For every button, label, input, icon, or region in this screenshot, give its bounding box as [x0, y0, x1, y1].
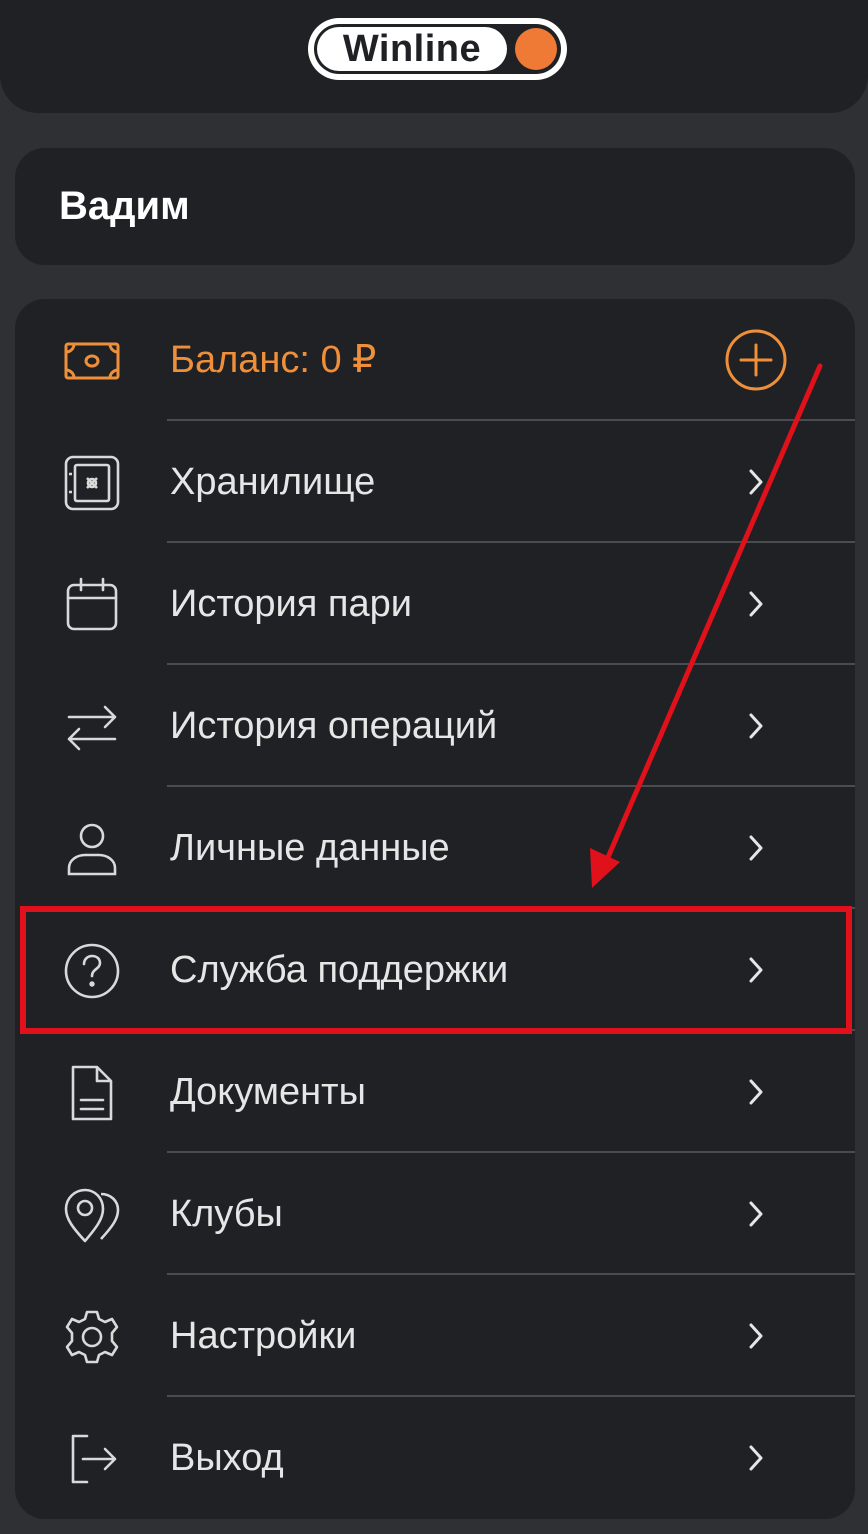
- logout-icon: [63, 1430, 121, 1488]
- user-icon: [63, 820, 121, 878]
- logo-pill: Winline: [317, 27, 507, 71]
- menu-item-label: Личные данные: [170, 827, 450, 869]
- menu-item-storage[interactable]: Хранилище: [15, 421, 855, 543]
- safe-icon: [63, 454, 121, 512]
- menu-item-label: Выход: [170, 1437, 284, 1479]
- app-header: Winline: [0, 0, 868, 113]
- logo-frame: Winline: [314, 24, 561, 74]
- calendar-icon: [63, 576, 121, 634]
- logo-text: Winline: [342, 28, 482, 70]
- chevron-right-icon: [749, 835, 763, 861]
- chevron-right-icon: [749, 591, 763, 617]
- menu-item-label: Служба поддержки: [170, 949, 509, 991]
- map-pins-icon: [63, 1186, 121, 1244]
- menu-item-label: Настройки: [170, 1315, 357, 1357]
- chevron-right-icon: [749, 1323, 763, 1349]
- add-funds-button[interactable]: [725, 329, 787, 391]
- balance-label: Баланс: 0 ₽: [170, 339, 377, 381]
- document-icon: [63, 1064, 121, 1122]
- menu-item-operations-history[interactable]: История операций: [15, 665, 855, 787]
- chevron-right-icon: [749, 1445, 763, 1471]
- menu-item-support[interactable]: Служба поддержки: [15, 909, 855, 1031]
- menu-item-label: Хранилище: [170, 461, 376, 503]
- menu-item-label: История пари: [170, 583, 412, 625]
- menu-item-label: Документы: [170, 1071, 366, 1113]
- account-menu: Баланс: 0 ₽ Хранилище История пари Истор…: [15, 299, 855, 1519]
- menu-item-label: История операций: [170, 705, 498, 747]
- menu-item-bet-history[interactable]: История пари: [15, 543, 855, 665]
- menu-item-documents[interactable]: Документы: [15, 1031, 855, 1153]
- arrows-swap-icon: [63, 698, 121, 756]
- banknote-icon: [63, 332, 121, 390]
- winline-logo[interactable]: Winline: [308, 18, 567, 80]
- menu-item-logout[interactable]: Выход: [15, 1397, 855, 1519]
- menu-item-personal-data[interactable]: Личные данные: [15, 787, 855, 909]
- chevron-right-icon: [749, 469, 763, 495]
- chevron-right-icon: [749, 1201, 763, 1227]
- gear-icon: [63, 1308, 121, 1366]
- logo-dot-icon: [515, 28, 557, 70]
- menu-item-clubs[interactable]: Клубы: [15, 1153, 855, 1275]
- menu-item-settings[interactable]: Настройки: [15, 1275, 855, 1397]
- menu-item-label: Клубы: [170, 1193, 283, 1235]
- chevron-right-icon: [749, 957, 763, 983]
- help-circle-icon: [63, 942, 121, 1000]
- user-card[interactable]: Вадим: [15, 148, 855, 265]
- chevron-right-icon: [749, 1079, 763, 1105]
- balance-row[interactable]: Баланс: 0 ₽: [15, 299, 855, 421]
- user-name: Вадим: [59, 184, 190, 228]
- chevron-right-icon: [749, 713, 763, 739]
